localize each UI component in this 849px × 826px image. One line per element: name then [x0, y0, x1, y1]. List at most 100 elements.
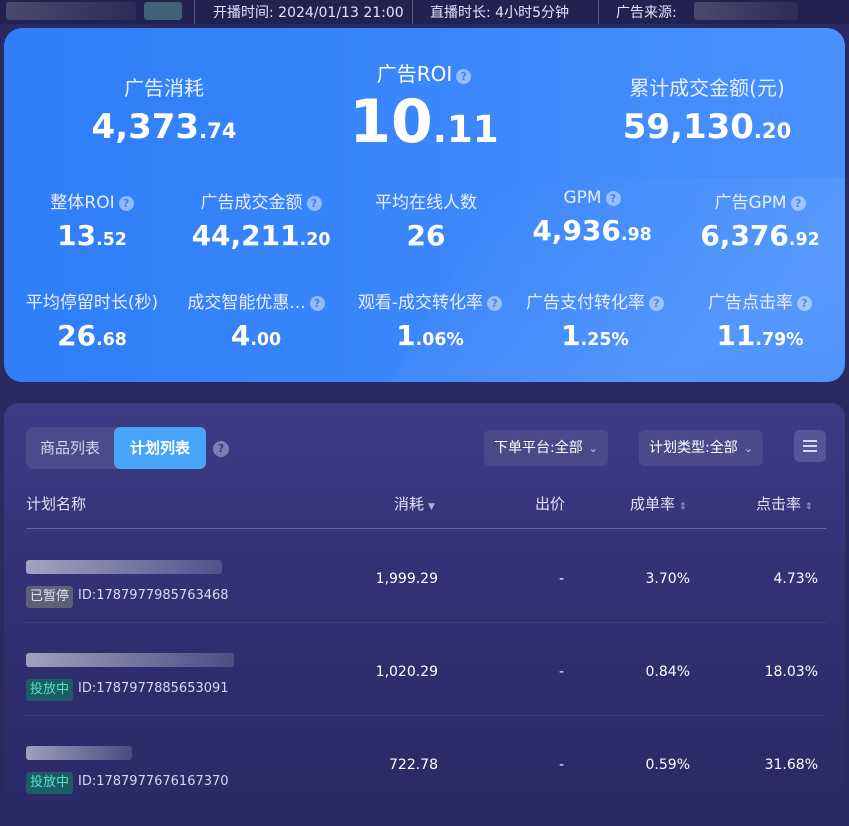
metric-label: GPM? — [512, 188, 672, 208]
table-row[interactable]: 投放中 ID:1787977885653091 1,020.29 - 0.84%… — [4, 641, 845, 733]
table-row[interactable]: 已暂停 ID:1787977985763468 1,999.29 - 3.70%… — [4, 548, 845, 640]
ctr-cell: 18.03% — [764, 664, 818, 680]
help-icon[interactable]: ? — [456, 69, 472, 84]
ad-source: 广告来源: — [616, 2, 677, 22]
metric-value: 4,936.98 — [532, 214, 652, 247]
sort-icon[interactable]: ▼ — [428, 502, 435, 512]
metric-label: 观看-成交转化率? — [340, 288, 520, 313]
col-plan-name: 计划名称 — [26, 495, 87, 513]
metric-value: 6,376.92 — [700, 219, 820, 252]
help-icon[interactable]: ? — [306, 196, 322, 211]
filter-settings-icon[interactable] — [794, 430, 826, 462]
metric-overall-roi: 整体ROI? 13.52 — [12, 188, 172, 252]
metric-avg-stay: 平均停留时长(秒) 26.68 — [10, 288, 174, 352]
divider — [412, 0, 413, 24]
total-gmv-stat: 累计成交金额(元) 59,130.20 — [602, 72, 812, 147]
row-divider — [26, 622, 826, 623]
col-spend[interactable]: 消耗 ▼ — [394, 493, 435, 514]
spend-cell: 1,020.29 — [375, 664, 438, 680]
chevron-down-icon: ⌄ — [588, 442, 598, 455]
conv-rate-cell: 3.70% — [645, 571, 690, 587]
header-divider — [26, 528, 826, 529]
start-time-value: 2024/01/13 21:00 — [278, 5, 404, 21]
metric-ad-ctr: 广告点击率? 11.79% — [680, 288, 840, 352]
divider — [194, 0, 195, 24]
metric-value: 26 — [406, 219, 446, 252]
ad-roi-stat: 广告ROI? 10.11 — [324, 58, 524, 157]
spend-cell: 1,999.29 — [375, 571, 438, 587]
metric-label: 广告支付转化率? — [510, 288, 680, 313]
metric-avg-online: 平均在线人数 26 — [346, 188, 506, 252]
table-row[interactable]: 投放中 ID:1787977676167370 722.78 - 0.59% 3… — [4, 734, 845, 826]
tab-plan-list[interactable]: 计划列表 — [114, 427, 206, 469]
metric-value: 1.06% — [396, 319, 464, 352]
row-divider — [26, 715, 826, 716]
status-badge: 已暂停 — [26, 586, 74, 608]
metric-smart-discount: 成交智能优惠...? 4.00 — [176, 288, 336, 352]
blurred-plan-name — [26, 653, 234, 667]
metric-ad-pay-conversion: 广告支付转化率? 1.25% — [510, 288, 680, 352]
metric-label: 成交智能优惠...? — [176, 288, 336, 313]
conv-rate-cell: 0.59% — [645, 757, 690, 773]
bid-cell: - — [558, 664, 564, 680]
total-gmv-label: 累计成交金额(元) — [629, 76, 785, 100]
metric-value: 11.79% — [716, 319, 804, 352]
col-conv-rate[interactable]: 成单率 ⇕ — [630, 493, 687, 514]
blurred-account-name — [6, 2, 136, 20]
bid-cell: - — [558, 571, 564, 587]
plan-type-filter-label: 计划类型:全部 — [649, 440, 738, 456]
bid-cell: - — [558, 757, 564, 773]
list-tabs: 商品列表 计划列表 — [26, 427, 206, 469]
help-icon[interactable]: ? — [649, 296, 664, 311]
conv-rate-cell: 0.84% — [645, 664, 690, 680]
live-duration: 直播时长: 4小时5分钟 — [430, 2, 569, 22]
plan-id: ID:1787977885653091 — [78, 681, 229, 696]
metric-label: 广告GPM? — [680, 188, 840, 213]
tab-product-list[interactable]: 商品列表 — [26, 427, 114, 469]
metric-label: 整体ROI? — [12, 188, 172, 213]
ctr-cell: 4.73% — [773, 571, 818, 587]
ad-source-label: 广告来源: — [616, 5, 677, 21]
help-icon[interactable]: ? — [487, 296, 503, 311]
status-badge: 投放中 — [26, 679, 74, 701]
help-icon[interactable]: ? — [213, 441, 229, 457]
blurred-plan-name — [26, 746, 132, 760]
plan-id: ID:1787977985763468 — [78, 588, 229, 603]
metric-gpm: GPM? 4,936.98 — [512, 188, 672, 247]
metric-view-conversion: 观看-成交转化率? 1.06% — [340, 288, 520, 352]
ad-spend-stat: 广告消耗 4,373.74 — [74, 72, 254, 147]
metric-ad-gpm: 广告GPM? 6,376.92 — [680, 188, 840, 252]
help-icon[interactable]: ? — [605, 191, 621, 206]
plan-type-filter-dropdown[interactable]: 计划类型:全部 ⌄ — [639, 430, 763, 466]
start-time: 开播时间: 2024/01/13 21:00 — [213, 2, 404, 22]
help-icon[interactable]: ? — [790, 196, 806, 211]
ctr-cell: 31.68% — [764, 757, 818, 773]
metric-label: 平均停留时长(秒) — [25, 293, 159, 313]
sort-icon[interactable]: ⇕ — [679, 502, 687, 512]
metric-label: 广告点击率? — [680, 288, 840, 313]
platform-filter-label: 下单平台:全部 — [494, 440, 583, 456]
metric-label: 广告成交金额? — [176, 188, 346, 213]
help-icon[interactable]: ? — [118, 196, 134, 211]
col-ctr[interactable]: 点击率 ⇕ — [756, 493, 813, 514]
blurred-ad-source — [694, 2, 798, 20]
metric-value: 44,211.20 — [191, 219, 331, 252]
metric-ad-gmv: 广告成交金额? 44,211.20 — [176, 188, 346, 252]
chevron-down-icon: ⌄ — [743, 442, 753, 455]
help-icon[interactable]: ? — [797, 296, 812, 311]
live-info-bar: 开播时间: 2024/01/13 21:00 直播时长: 4小时5分钟 广告来源… — [0, 0, 849, 24]
platform-filter-dropdown[interactable]: 下单平台:全部 ⌄ — [484, 430, 608, 466]
help-icon[interactable]: ? — [309, 296, 325, 311]
blurred-plan-name — [26, 560, 222, 574]
duration-label: 直播时长: — [430, 5, 491, 21]
plan-list-panel: 商品列表 计划列表 ? 下单平台:全部 ⌄ 计划类型:全部 ⌄ 计划名称 消耗 ▼ 出… — [4, 403, 845, 800]
col-bid: 出价 — [535, 495, 566, 513]
blurred-tag — [144, 2, 182, 20]
ad-spend-label: 广告消耗 — [124, 76, 204, 100]
divider — [598, 0, 599, 24]
summary-card: 广告消耗 4,373.74 广告ROI? 10.11 累计成交金额(元) 59,… — [4, 28, 845, 382]
plan-id: ID:1787977676167370 — [78, 774, 229, 789]
spend-cell: 722.78 — [389, 757, 438, 773]
ad-roi-label: 广告ROI? — [324, 58, 524, 87]
sort-icon[interactable]: ⇕ — [805, 502, 813, 512]
